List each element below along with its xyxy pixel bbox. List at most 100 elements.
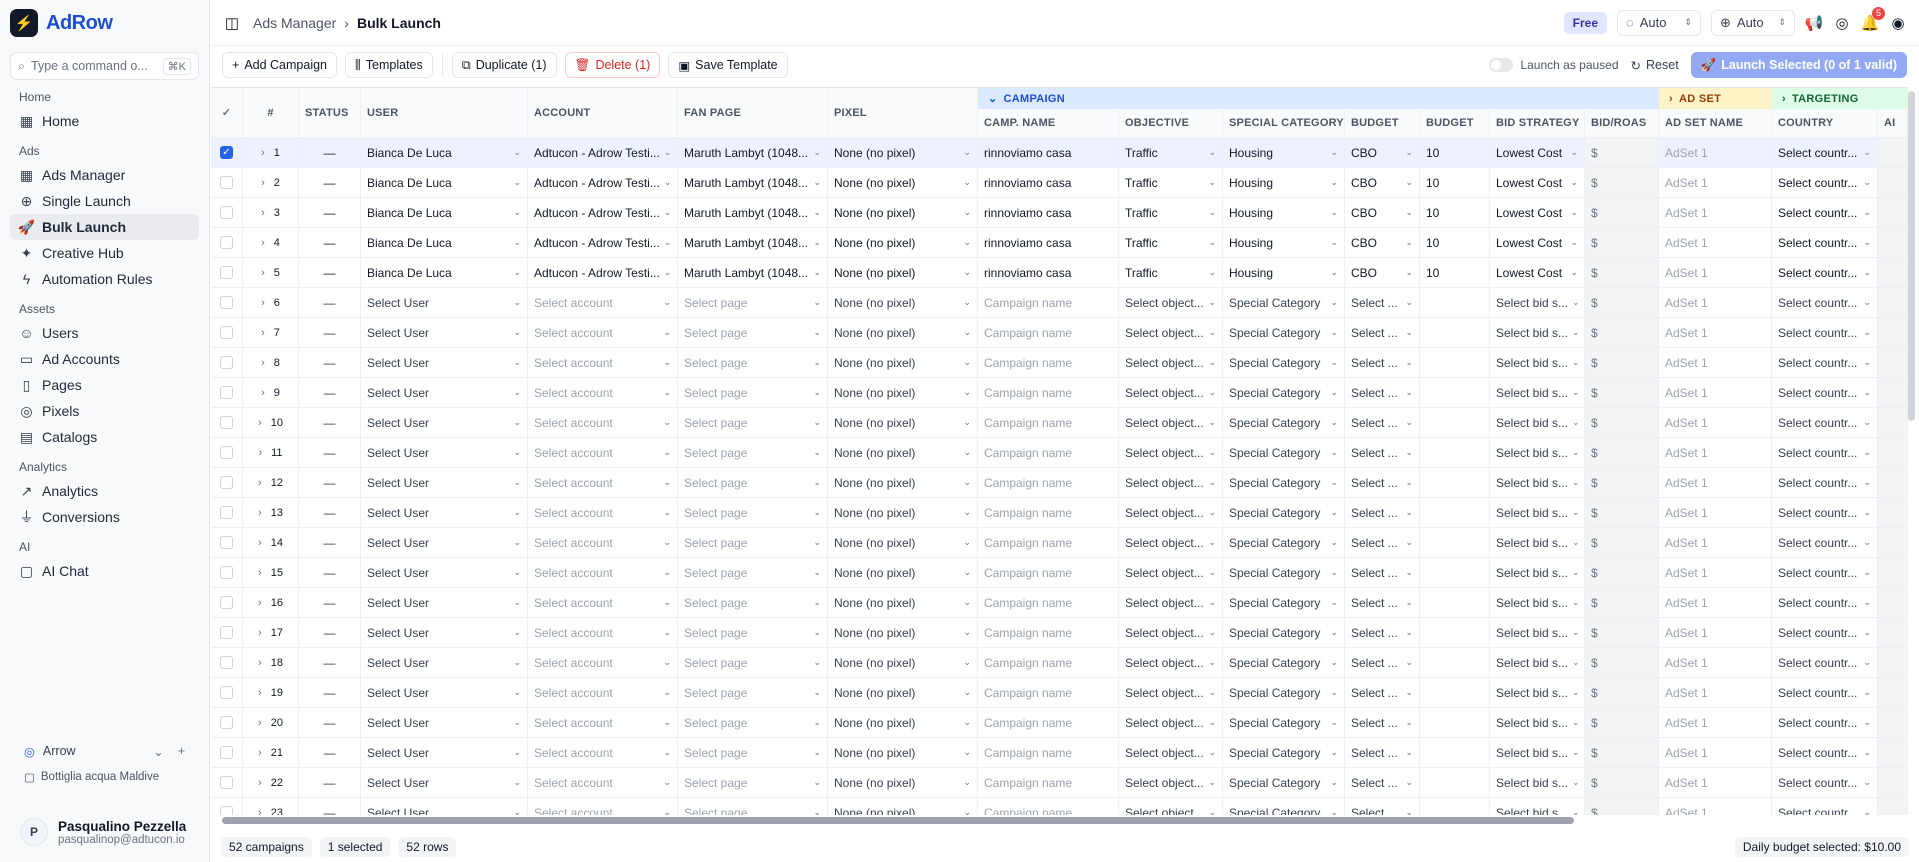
- cell-pixel[interactable]: None (no pixel) ⌄: [828, 378, 978, 408]
- cell-more[interactable]: [1878, 228, 1908, 258]
- cell-budget-type[interactable]: Select ... ⌄: [1345, 528, 1420, 558]
- theme-select[interactable]: ◌ Auto ⇕: [1617, 9, 1701, 36]
- cell-country[interactable]: Select countr... ⌄: [1772, 198, 1878, 228]
- row-checkbox[interactable]: [220, 806, 233, 815]
- row-checkbox[interactable]: [220, 626, 233, 639]
- cell-country[interactable]: Select countr... ⌄: [1772, 228, 1878, 258]
- column-header-num[interactable]: #: [243, 88, 299, 138]
- cell-account[interactable]: Select account ⌄: [528, 528, 678, 558]
- cell-special[interactable]: Special Category ⌄: [1223, 438, 1345, 468]
- cell-adset-name[interactable]: AdSet 1: [1659, 648, 1772, 678]
- cell-objective[interactable]: Traffic ⌄: [1119, 258, 1223, 288]
- cell-pixel[interactable]: None (no pixel) ⌄: [828, 738, 978, 768]
- cell-account[interactable]: Select account ⌄: [528, 738, 678, 768]
- expand-row-icon[interactable]: ›: [261, 387, 265, 399]
- cell-cname[interactable]: rinnoviamo casa: [978, 168, 1119, 198]
- cell-pixel[interactable]: None (no pixel) ⌄: [828, 678, 978, 708]
- sidebar-item-home[interactable]: ▦ Home: [10, 108, 199, 134]
- cell-bid[interactable]: Select bid s... ⌄: [1490, 468, 1585, 498]
- megaphone-icon[interactable]: 📢: [1805, 14, 1824, 32]
- cell-objective[interactable]: Select object... ⌄: [1119, 468, 1223, 498]
- plan-badge[interactable]: Free: [1563, 11, 1607, 34]
- user-profile[interactable]: P Pasqualino Pezzella pasqualinop@adtuco…: [10, 818, 196, 846]
- save-template-button[interactable]: ▣ Save Template: [668, 52, 788, 78]
- cell-roas[interactable]: $: [1585, 768, 1659, 798]
- sidebar-item-ai-chat[interactable]: ▢ AI Chat: [10, 558, 199, 584]
- cell-bid[interactable]: Lowest Cost ⌄: [1490, 228, 1585, 258]
- cell-roas[interactable]: $: [1585, 528, 1659, 558]
- cell-pixel[interactable]: None (no pixel) ⌄: [828, 438, 978, 468]
- cell-more[interactable]: [1878, 678, 1908, 708]
- cell-pixel[interactable]: None (no pixel) ⌄: [828, 258, 978, 288]
- cell-check[interactable]: [211, 678, 243, 708]
- cell-page[interactable]: Select page ⌄: [678, 708, 828, 738]
- templates-button[interactable]: ⫼ Templates: [345, 52, 433, 78]
- expand-row-icon[interactable]: ›: [258, 627, 262, 639]
- cell-special[interactable]: Special Category ⌄: [1223, 618, 1345, 648]
- cell-page[interactable]: Select page ⌄: [678, 678, 828, 708]
- cell-roas[interactable]: $: [1585, 348, 1659, 378]
- sidebar-toggle-icon[interactable]: ◫: [223, 14, 241, 32]
- column-header-objective[interactable]: OBJECTIVE: [1119, 109, 1223, 138]
- cell-budget-type[interactable]: Select ... ⌄: [1345, 498, 1420, 528]
- cell-adset-name[interactable]: AdSet 1: [1659, 438, 1772, 468]
- expand-row-icon[interactable]: ›: [258, 747, 262, 759]
- row-checkbox[interactable]: [220, 176, 233, 189]
- cell-special[interactable]: Housing ⌄: [1223, 258, 1345, 288]
- cell-budget-type[interactable]: Select ... ⌄: [1345, 348, 1420, 378]
- cell-account[interactable]: Select account ⌄: [528, 618, 678, 648]
- cell-cname[interactable]: rinnoviamo casa: [978, 228, 1119, 258]
- cell-budget[interactable]: [1420, 768, 1490, 798]
- cell-objective[interactable]: Select object... ⌄: [1119, 318, 1223, 348]
- cell-bid[interactable]: Lowest Cost ⌄: [1490, 138, 1585, 168]
- cell-budget-type[interactable]: Select ... ⌄: [1345, 318, 1420, 348]
- group-campaign[interactable]: ⌄ CAMPAIGN: [978, 88, 1659, 109]
- cell-budget-type[interactable]: Select ... ⌄: [1345, 438, 1420, 468]
- sub-workspace[interactable]: ▢ Bottiglia acqua Maldive: [24, 770, 159, 784]
- cell-more[interactable]: [1878, 198, 1908, 228]
- cell-country[interactable]: Select countr... ⌄: [1772, 168, 1878, 198]
- cell-special[interactable]: Housing ⌄: [1223, 198, 1345, 228]
- cell-budget-type[interactable]: Select ... ⌄: [1345, 798, 1420, 815]
- cell-budget-type[interactable]: Select ... ⌄: [1345, 708, 1420, 738]
- cell-objective[interactable]: Traffic ⌄: [1119, 198, 1223, 228]
- language-select[interactable]: ⊕ Auto ⇕: [1711, 9, 1795, 36]
- cell-more[interactable]: [1878, 348, 1908, 378]
- cell-cname[interactable]: Campaign name: [978, 678, 1119, 708]
- cell-roas[interactable]: $: [1585, 708, 1659, 738]
- cell-page[interactable]: Maruth Lambyt (1048... ⌄: [678, 198, 828, 228]
- cell-country[interactable]: Select countr... ⌄: [1772, 288, 1878, 318]
- cell-objective[interactable]: Select object... ⌄: [1119, 708, 1223, 738]
- cell-check[interactable]: [211, 588, 243, 618]
- row-checkbox[interactable]: [220, 776, 233, 789]
- cell-check[interactable]: [211, 558, 243, 588]
- cell-user[interactable]: Select User ⌄: [361, 558, 528, 588]
- cell-special[interactable]: Special Category ⌄: [1223, 768, 1345, 798]
- cell-check[interactable]: [211, 318, 243, 348]
- column-header-bid[interactable]: BID STRATEGY: [1490, 109, 1585, 138]
- cell-roas[interactable]: $: [1585, 468, 1659, 498]
- cell-budget[interactable]: [1420, 648, 1490, 678]
- row-checkbox[interactable]: [220, 686, 233, 699]
- cell-account[interactable]: Select account ⌄: [528, 798, 678, 815]
- cell-budget[interactable]: [1420, 468, 1490, 498]
- cell-roas[interactable]: $: [1585, 558, 1659, 588]
- cell-country[interactable]: Select countr... ⌄: [1772, 498, 1878, 528]
- row-checkbox[interactable]: ✓: [220, 146, 233, 159]
- column-header-country[interactable]: COUNTRY: [1772, 109, 1878, 138]
- cell-pixel[interactable]: None (no pixel) ⌄: [828, 168, 978, 198]
- cell-pixel[interactable]: None (no pixel) ⌄: [828, 588, 978, 618]
- cell-account[interactable]: Select account ⌄: [528, 348, 678, 378]
- cell-adset-name[interactable]: AdSet 1: [1659, 348, 1772, 378]
- cell-more[interactable]: [1878, 618, 1908, 648]
- cell-budget[interactable]: 10: [1420, 198, 1490, 228]
- cell-objective[interactable]: Traffic ⌄: [1119, 168, 1223, 198]
- row-checkbox[interactable]: [220, 386, 233, 399]
- cell-check[interactable]: [211, 618, 243, 648]
- cell-budget-type[interactable]: CBO ⌄: [1345, 168, 1420, 198]
- cell-check[interactable]: [211, 408, 243, 438]
- sidebar-item-bulk-launch[interactable]: 🚀 Bulk Launch: [10, 214, 199, 240]
- sidebar-item-creative-hub[interactable]: ✦ Creative Hub: [10, 240, 199, 266]
- cell-cname[interactable]: Campaign name: [978, 378, 1119, 408]
- cell-objective[interactable]: Select object... ⌄: [1119, 438, 1223, 468]
